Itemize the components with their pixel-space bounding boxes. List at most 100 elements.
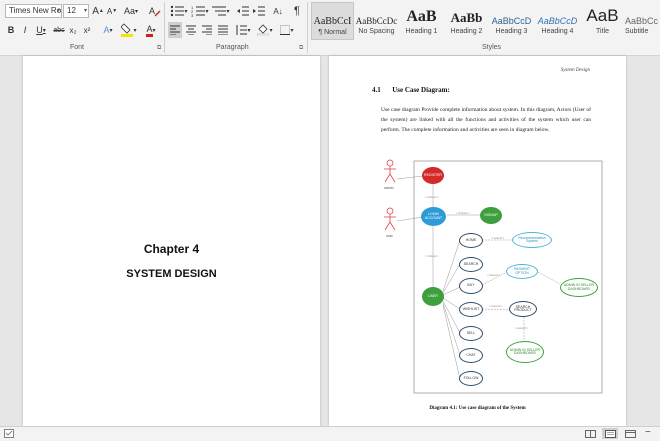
align-center-button[interactable] <box>184 22 198 38</box>
paragraph-dialog-launcher-icon[interactable]: ⧉ <box>299 45 303 52</box>
subscript-label: x₂ <box>69 25 77 35</box>
use-case-recommendation: Recommendation System <box>512 232 552 248</box>
font-color-button[interactable]: A ▾ <box>142 22 160 38</box>
font-name-dropdown[interactable]: Times New Ro ▾ <box>5 4 62 18</box>
style-subtitle[interactable]: AaBbCc Subtitle <box>625 2 660 40</box>
include-label: <<include>> <box>425 196 439 199</box>
svg-text:A: A <box>149 6 155 16</box>
use-case-admin-dashboard: ADMIN IN SELLER DASHBOARD <box>506 341 544 363</box>
shading-button[interactable]: ▾ <box>256 22 274 38</box>
numbering-button[interactable]: 1 2 3 ▾ <box>190 3 210 19</box>
svg-text:3: 3 <box>191 13 194 17</box>
section-title: Use Case Diagram: <box>392 86 450 94</box>
style-heading-1[interactable]: AaB Heading 1 <box>400 2 443 40</box>
strikethrough-button[interactable]: abc <box>52 22 66 38</box>
use-case-buy: BUY <box>459 278 483 294</box>
paragraph-group-label: Paragraph <box>216 44 249 51</box>
use-case-sell: SELL <box>459 326 483 341</box>
justify-button[interactable] <box>216 22 230 38</box>
style-name: Title <box>596 28 609 35</box>
read-mode-button[interactable] <box>582 428 598 439</box>
style-name: Heading 3 <box>495 28 528 35</box>
web-layout-icon <box>624 429 636 438</box>
bold-label: B <box>7 25 15 35</box>
style-name: No Spacing <box>358 28 395 35</box>
change-case-button[interactable]: Aa ▾ <box>122 3 140 19</box>
clear-formatting-icon: A <box>149 6 161 17</box>
chevron-down-icon: ▾ <box>56 8 60 14</box>
chevron-down-icon: ▾ <box>83 8 87 14</box>
align-right-button[interactable] <box>200 22 214 38</box>
clear-formatting-button[interactable]: A <box>148 3 162 19</box>
actor-user-label: user <box>386 234 393 238</box>
font-size-dropdown[interactable]: 12 ▾ <box>63 4 89 18</box>
increase-indent-button[interactable] <box>252 3 266 19</box>
style-title[interactable]: AaB Title <box>581 2 624 40</box>
include-label: <<include>> <box>456 212 470 215</box>
font-group-label: Font <box>70 44 85 51</box>
left-page[interactable]: Chapter 4 SYSTEM DESIGN <box>23 56 320 426</box>
grow-font-label: A <box>92 5 99 17</box>
superscript-button[interactable]: x² <box>81 22 93 38</box>
style-heading-2[interactable]: AaBb Heading 2 <box>445 2 488 40</box>
shrink-font-button[interactable]: A ▼ <box>106 3 118 19</box>
style-heading-4[interactable]: AaBbCcD Heading 4 <box>536 2 579 40</box>
page-header: System Design <box>560 68 590 73</box>
text-effects-button[interactable]: A ▾ <box>99 22 117 38</box>
use-case-chat: CHAT <box>459 348 483 363</box>
italic-label: I <box>23 25 27 35</box>
borders-icon <box>280 25 291 35</box>
actor-admin-label: admin <box>384 186 394 190</box>
multilevel-list-button[interactable]: ▾ <box>211 3 231 19</box>
style-sample: AaBbCcI <box>313 16 352 27</box>
highlight-button[interactable]: ▾ <box>120 22 138 38</box>
actor-admin-icon <box>384 159 396 183</box>
paint-bucket-icon <box>257 24 270 36</box>
sort-button[interactable]: A↓ <box>270 3 286 19</box>
group-divider <box>164 2 165 53</box>
subscript-button[interactable]: x₂ <box>67 22 79 38</box>
italic-button[interactable]: I <box>19 22 31 38</box>
grow-font-button[interactable]: A ▲ <box>92 3 104 19</box>
right-page[interactable]: System Design 4.1 Use Case Diagram: Use … <box>329 56 626 426</box>
style-no-spacing[interactable]: AaBbCcDc No Spacing <box>355 2 398 40</box>
style-heading-3[interactable]: AaBbCcD Heading 3 <box>490 2 533 40</box>
line-spacing-button[interactable]: ▾ <box>234 22 252 38</box>
print-layout-button[interactable] <box>602 428 618 439</box>
align-right-icon <box>202 25 212 35</box>
chapter-title: SYSTEM DESIGN <box>126 268 217 280</box>
style-sample: AaBbCcD <box>491 16 532 26</box>
show-marks-button[interactable]: ¶ <box>290 3 304 19</box>
use-case-user: USER <box>422 287 444 306</box>
use-case-diagram: admin user REGISTER LOGIN ACCOUNT SIGNUP… <box>379 151 604 401</box>
superscript-label: x² <box>83 25 91 35</box>
style-sample: AaBbCcD <box>537 16 578 26</box>
underline-button[interactable]: U ▾ <box>33 22 49 38</box>
status-bar: − <box>0 426 660 441</box>
font-dialog-launcher-icon[interactable]: ⧉ <box>157 45 161 52</box>
use-case-search: SEARCH <box>459 257 483 272</box>
read-mode-icon <box>584 429 596 438</box>
bullets-button[interactable]: ▾ <box>169 3 189 19</box>
zoom-out-button[interactable]: − <box>645 427 651 439</box>
increase-indent-icon <box>253 6 265 16</box>
font-name-value: Times New Ro <box>9 6 62 15</box>
include-label: <<include>> <box>425 255 439 258</box>
borders-button[interactable]: ▾ <box>278 22 296 38</box>
align-left-button[interactable] <box>168 22 182 38</box>
style-normal[interactable]: AaBbCcI ¶ Normal <box>311 2 354 40</box>
style-sample: AaBb <box>450 10 483 25</box>
bold-button[interactable]: B <box>5 22 17 38</box>
document-workspace: Chapter 4 SYSTEM DESIGN System Design 4.… <box>0 56 660 426</box>
decrease-indent-button[interactable] <box>236 3 250 19</box>
use-case-seller-dashboard: ADMIN IN SELLER DASHBOARD <box>560 278 598 297</box>
web-layout-button[interactable] <box>622 428 638 439</box>
extend-label: <<extend>> <box>491 237 505 240</box>
line-spacing-icon <box>236 25 248 35</box>
actor-user-icon <box>384 207 396 231</box>
use-case-search-product: SEARCH PRODUCT <box>509 301 537 317</box>
style-name: ¶ Normal <box>318 29 347 36</box>
multilevel-list-icon <box>212 6 227 16</box>
proofing-icon[interactable] <box>4 429 14 438</box>
use-case-login: LOGIN ACCOUNT <box>421 207 446 226</box>
